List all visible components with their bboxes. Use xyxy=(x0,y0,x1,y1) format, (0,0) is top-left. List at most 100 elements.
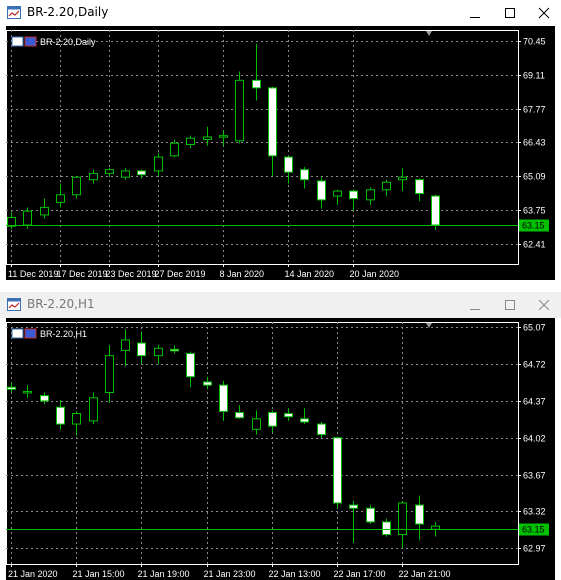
current-price-label: 63.15 xyxy=(522,525,545,535)
chart-shift-marker xyxy=(426,31,432,36)
plot-border xyxy=(6,322,519,565)
chart-area[interactable]: 70.45 69.11 67.77 66.43 65.09 63.75 62.41 11 De… xyxy=(6,26,555,280)
time-label: 17 Dec 2019 xyxy=(57,269,108,279)
candle-bear xyxy=(349,190,358,200)
close-button[interactable] xyxy=(527,292,561,318)
candle-bull xyxy=(252,418,261,430)
time-label: 22 Jan 21:00 xyxy=(399,569,451,579)
close-icon xyxy=(538,7,550,19)
maximize-button[interactable] xyxy=(493,0,527,26)
chart-window-daily[interactable]: BR-2.20,Daily 70.45 69.11 67.77 66.43 65.09 6… xyxy=(0,0,561,290)
candle-bear xyxy=(137,342,146,357)
candle-bull xyxy=(170,142,179,157)
price-label: 64.02 xyxy=(523,434,546,444)
candle-bear xyxy=(284,413,293,418)
candle-bear xyxy=(252,79,261,89)
candle-bear xyxy=(349,504,358,509)
chart-app-icon xyxy=(7,298,21,311)
price-label: 66.43 xyxy=(523,138,546,148)
candle-bull xyxy=(89,172,98,181)
candle-bull xyxy=(105,355,114,393)
candle-bear xyxy=(268,411,277,427)
chart-app-icon xyxy=(7,6,21,19)
price-label: 65.07 xyxy=(523,323,546,333)
candle-bull xyxy=(154,347,163,357)
candle-bear xyxy=(382,521,391,536)
time-label: 11 Dec 2019 xyxy=(8,269,58,279)
price-label: 63.67 xyxy=(523,471,546,481)
candle-bear xyxy=(415,504,424,525)
symbol-label: BR-2.20,H1 xyxy=(40,329,87,339)
candle-bull xyxy=(89,397,98,422)
candle-bear xyxy=(415,179,424,195)
time-label: 21 Jan 2020 xyxy=(8,569,58,579)
candle-bear xyxy=(186,353,195,378)
price-label: 65.09 xyxy=(523,172,546,182)
time-label: 21 Jan 19:00 xyxy=(138,569,190,579)
candle-bull xyxy=(333,190,342,197)
price-label: 62.41 xyxy=(523,240,546,250)
chart-window-h1[interactable]: BR-2.20,H1 65.07 64.72 64.37 64.02 63.67 63.3… xyxy=(0,292,561,580)
candle-bull xyxy=(105,169,114,174)
maximize-icon xyxy=(505,300,515,310)
candle-bull xyxy=(56,194,65,203)
candle-bear xyxy=(366,507,375,523)
candle-bull xyxy=(186,137,195,145)
candle-bull xyxy=(203,136,212,140)
minimize-button[interactable] xyxy=(458,0,492,26)
candle-bear xyxy=(7,386,16,390)
candle-bear xyxy=(431,195,440,226)
candle-bull xyxy=(431,525,440,530)
candle-bull xyxy=(40,206,49,216)
title-bar[interactable]: BR-2.20,H1 xyxy=(0,292,561,318)
price-label: 69.11 xyxy=(523,71,545,81)
candle-bull xyxy=(121,170,130,178)
symbol-flag-icon xyxy=(24,328,37,339)
candlestick-chart[interactable]: 70.45 69.11 67.77 66.43 65.09 63.75 62.41 11 De… xyxy=(6,26,555,280)
symbol-label: BR-2.20,Daily xyxy=(40,37,96,47)
candle-bull xyxy=(121,339,130,351)
candle-bear xyxy=(203,381,212,386)
minimize-icon xyxy=(470,17,480,18)
title-bar[interactable]: BR-2.20,Daily xyxy=(0,0,561,26)
time-label: 21 Jan 23:00 xyxy=(204,569,256,579)
candle-bull xyxy=(23,210,32,226)
candle-bear xyxy=(56,406,65,425)
window-title: BR-2.20,Daily xyxy=(27,5,109,19)
symbol-table-icon xyxy=(11,36,24,47)
price-label: 67.77 xyxy=(523,105,546,115)
candle-bear xyxy=(268,87,277,157)
close-button[interactable] xyxy=(527,0,561,26)
candle-bull xyxy=(219,135,228,138)
time-label: 8 Jan 2020 xyxy=(220,269,265,279)
candle-bull xyxy=(366,189,375,201)
minimize-icon xyxy=(470,309,480,310)
maximize-icon xyxy=(505,8,515,18)
minimize-button[interactable] xyxy=(458,292,492,318)
time-label: 14 Jan 2020 xyxy=(285,269,335,279)
candle-bull xyxy=(72,176,81,196)
candle-bear xyxy=(40,395,49,402)
time-label: 27 Dec 2019 xyxy=(155,269,206,279)
close-icon xyxy=(538,299,550,311)
maximize-button[interactable] xyxy=(493,292,527,318)
plot-border xyxy=(6,30,519,265)
candle-bear xyxy=(300,169,309,181)
symbol-table-icon xyxy=(11,328,24,339)
candle-bear xyxy=(300,418,309,423)
candle-bull xyxy=(235,79,244,142)
candle-bear xyxy=(235,411,244,419)
candle-bull xyxy=(398,176,407,181)
candle-bear xyxy=(333,437,342,504)
price-label: 62.97 xyxy=(523,544,546,554)
chart-area[interactable]: 65.07 64.72 64.37 64.02 63.67 63.32 62.97 21 Ja… xyxy=(6,318,555,580)
time-label: 20 Jan 2020 xyxy=(350,269,400,279)
candle-bull xyxy=(154,156,163,172)
time-label: 21 Jan 15:00 xyxy=(73,569,125,579)
candle-bear xyxy=(137,170,146,176)
price-label: 63.75 xyxy=(523,206,546,216)
candlestick-chart[interactable]: 65.07 64.72 64.37 64.02 63.67 63.32 62.97 21 Ja… xyxy=(6,318,555,580)
current-price-label: 63.15 xyxy=(522,221,545,231)
candle-bear xyxy=(284,156,293,173)
price-label: 70.45 xyxy=(523,37,546,47)
